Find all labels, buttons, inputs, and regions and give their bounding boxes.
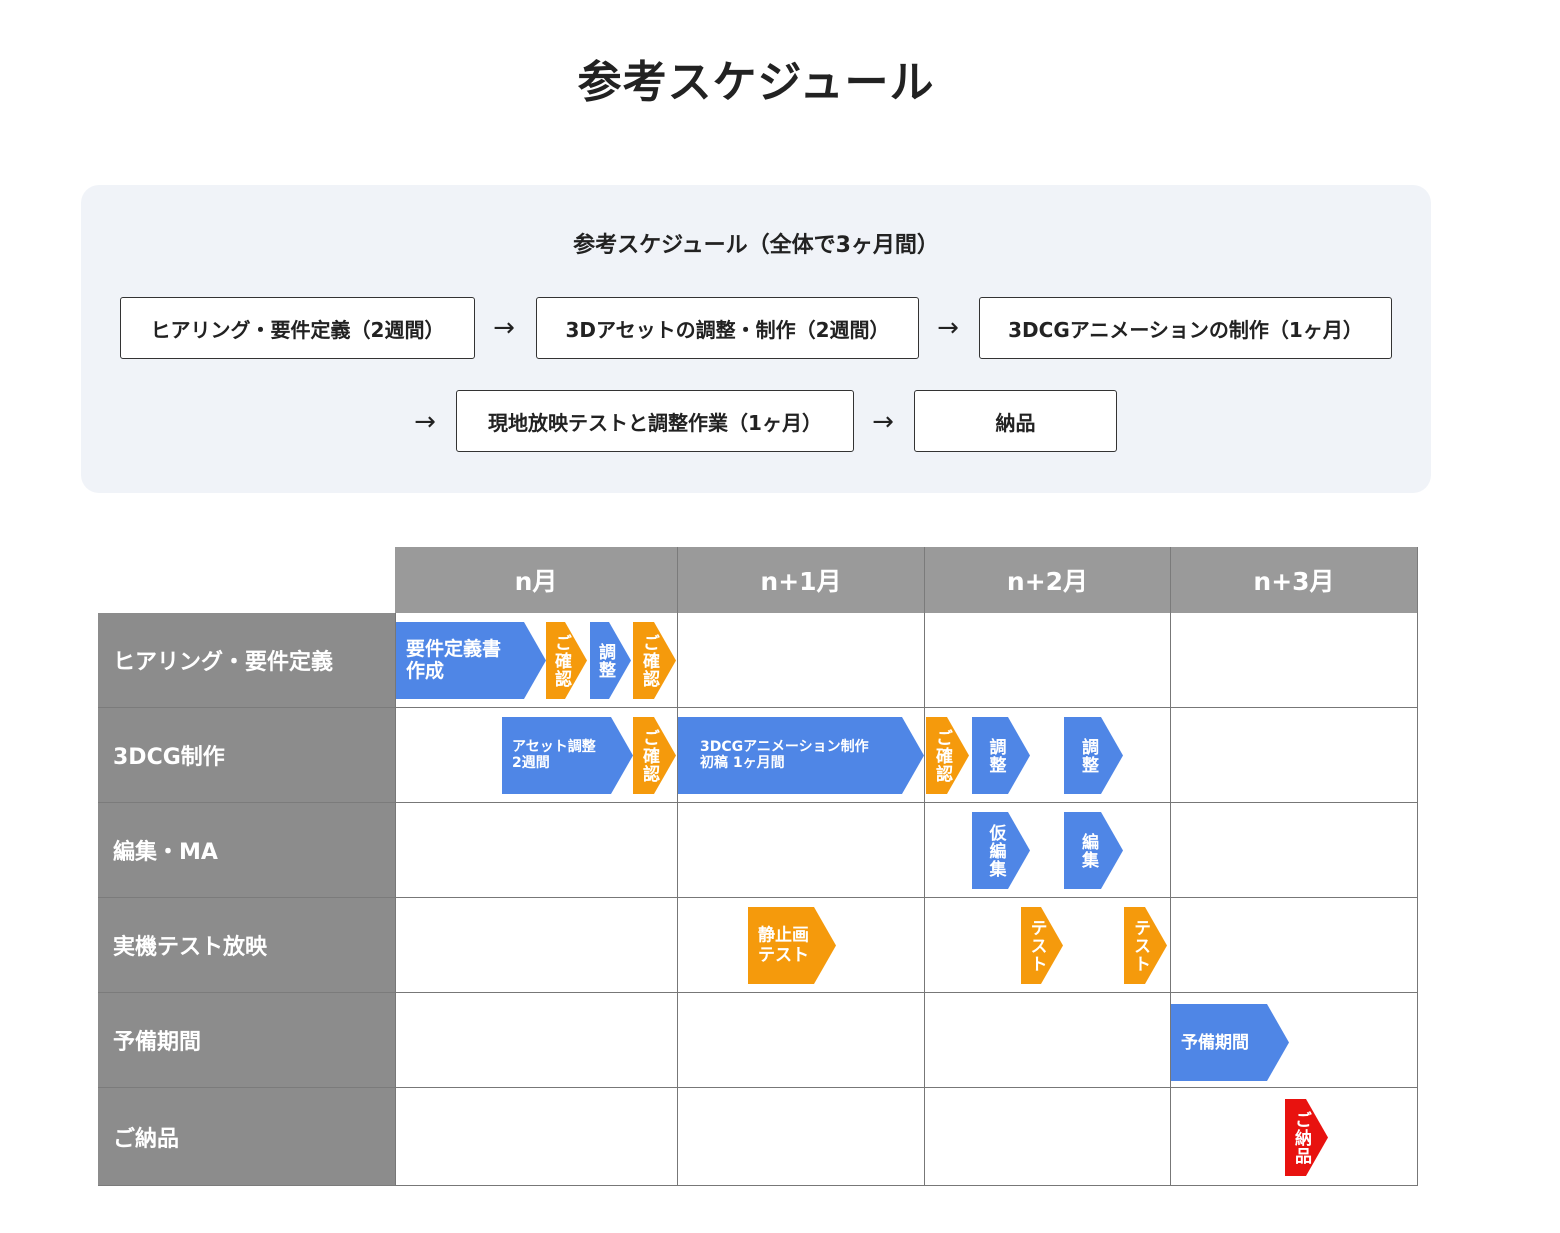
bar-label: 要件定義書 作成 [406,637,502,683]
grid-cell [395,803,678,898]
row-label: 実機テスト放映 [98,898,395,993]
grid-cell [925,613,1171,708]
bar-label: ご確認 [551,633,571,688]
bar-label: 仮編集 [985,823,1006,878]
grid-cell [925,1088,1171,1186]
bar-label: 調整 [985,737,1006,774]
arrow-icon: → [937,313,959,343]
bar-label: テスト [1026,918,1047,973]
grid-cell [678,803,925,898]
row-label: 3DCG制作 [98,708,395,803]
step-animation: 3DCGアニメーションの制作（1ヶ月） [979,297,1392,359]
flow-panel: 参考スケジュール（全体で3ヶ月間） ヒアリング・要件定義（2週間） → 3Dアセ… [81,185,1431,493]
page-title: 参考スケジュール [577,57,935,108]
grid-cell [1171,613,1418,708]
grid-cell [678,613,925,708]
bar-reserve: 予備期間 [1171,1004,1289,1081]
grid-cell [678,1088,925,1186]
grid-cell [925,803,1171,898]
flow-title: 参考スケジュール（全体で3ヶ月間） [573,233,939,258]
row-label: 予備期間 [98,993,395,1088]
grid-cell [1171,708,1418,803]
step-hearing: ヒアリング・要件定義（2週間） [120,297,475,359]
arrow-icon: → [414,407,436,437]
bar-requirements: 要件定義書 作成 [396,622,546,699]
grid-cell [1171,803,1418,898]
bar-label: 静止画 テスト [758,925,809,966]
arrow-icon: → [872,407,894,437]
step-test: 現地放映テストと調整作業（1ヶ月） [456,390,854,452]
bar-asset-adjust: アセット調整 2週間 [502,717,633,794]
grid-cell [678,993,925,1088]
bar-label: アセット調整 2週間 [512,738,596,772]
bar-label: 予備期間 [1181,1032,1249,1053]
month-header: n+1月 [678,547,925,613]
step-delivery: 納品 [914,390,1117,452]
bar-label: 調整 [595,642,615,679]
row-label: ヒアリング・要件定義 [98,613,395,708]
bar-animation: 3DCGアニメーション制作 初稿 1ヶ月間 [678,717,924,794]
step-asset: 3Dアセットの調整・制作（2週間） [536,297,919,359]
bar-label: 3DCGアニメーション制作 初稿 1ヶ月間 [700,738,869,772]
bar-label: テスト [1130,918,1150,973]
row-label: 編集・MA [98,803,395,898]
month-header: n+3月 [1171,547,1418,613]
month-header: n月 [395,547,678,613]
bar-label: ご確認 [932,728,952,783]
bar-label: 編集 [1078,832,1098,869]
bar-label: ご確認 [639,633,659,688]
grid-cell [395,898,678,993]
grid-cell [395,993,678,1088]
bar-label: ご確認 [639,728,659,783]
arrow-icon: → [493,313,515,343]
month-header: n+2月 [925,547,1171,613]
grid-cell [925,993,1171,1088]
grid-cell [1171,898,1418,993]
grid-cell [395,1088,678,1186]
row-label: ご納品 [98,1088,395,1186]
bar-label: 調整 [1078,737,1098,774]
bar-label: ご納品 [1291,1110,1311,1165]
